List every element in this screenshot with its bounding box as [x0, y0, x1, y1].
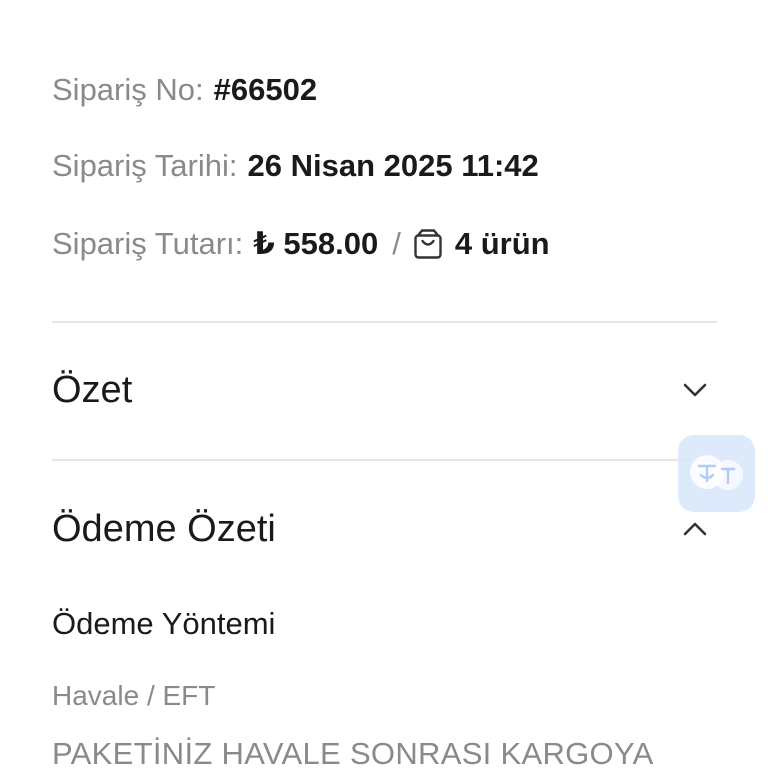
chevron-down-icon[interactable] [680, 375, 710, 405]
order-total-label: Sipariş Tutarı: [52, 226, 244, 261]
total-separator: / [392, 226, 401, 261]
order-total-row: Sipariş Tutarı: ₺ 558.00 / 4 ürün [52, 224, 550, 264]
payment-summary-title[interactable]: Ödeme Özeti [52, 505, 276, 553]
order-item-count: 4 ürün [454, 226, 550, 261]
order-number-label: Sipariş No: [52, 72, 204, 107]
order-date-value: 26 Nisan 2025 11:42 [247, 148, 539, 183]
summary-section-title[interactable]: Özet [52, 366, 132, 414]
order-date-row: Sipariş Tarihi: 26 Nisan 2025 11:42 [52, 146, 539, 186]
order-number-value: #66502 [213, 72, 318, 107]
translate-widget[interactable] [678, 435, 755, 512]
divider [52, 321, 717, 323]
order-number-row: Sipariş No: #66502 [52, 70, 317, 110]
chevron-up-icon[interactable] [680, 514, 710, 544]
order-date-label: Sipariş Tarihi: [52, 148, 238, 183]
order-total-value: ₺ 558.00 [253, 226, 379, 261]
payment-method-label: Ödeme Yöntemi [52, 606, 276, 641]
translate-icon [690, 455, 743, 490]
payment-method-value: Havale / EFT [52, 680, 216, 711]
shopping-bag-icon [413, 228, 443, 260]
divider [52, 459, 717, 461]
shipping-note: PAKETİNİZ HAVALE SONRASI KARGOYA [52, 736, 654, 771]
